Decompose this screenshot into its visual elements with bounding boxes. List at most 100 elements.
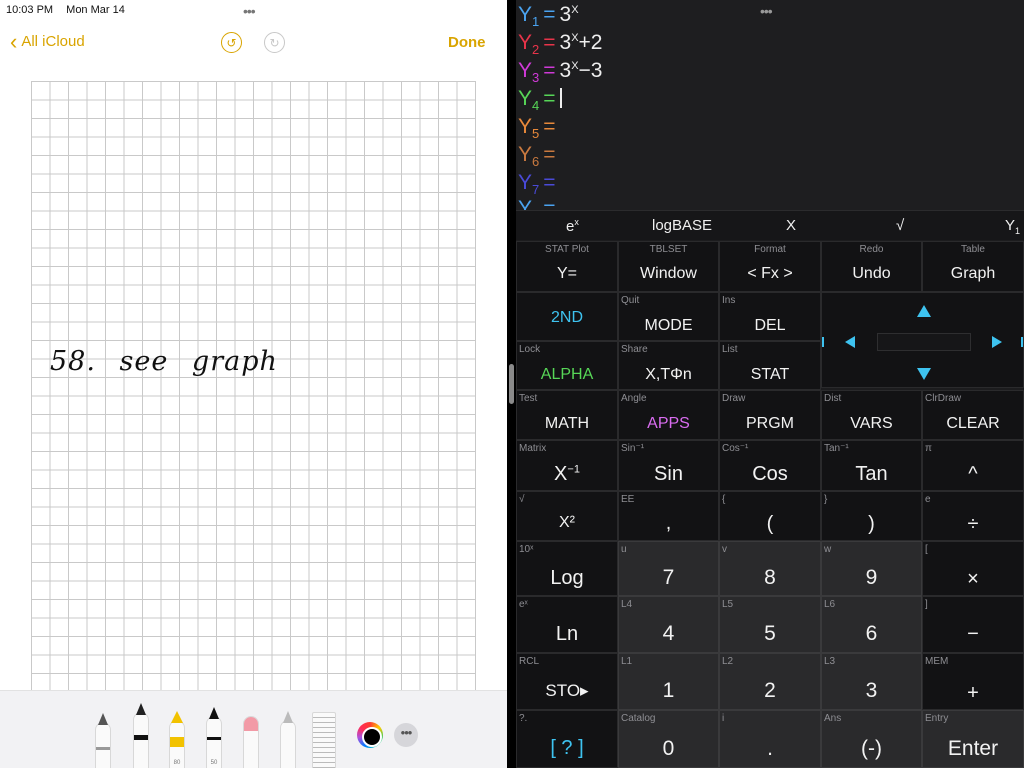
y-row-5[interactable]: Y5 = [518,115,560,141]
highlighter-size-label: 80 [173,760,181,766]
format-key[interactable]: Format < Fx > [719,241,821,292]
text-cursor [559,88,562,108]
plus-key[interactable]: MEM + [922,653,1024,710]
lasso-tool-icon[interactable] [280,711,296,768]
undo-key[interactable]: Redo Undo [821,241,922,292]
cos-key[interactable]: Cos⁻¹ Cos [719,440,821,491]
grid-paper-canvas[interactable] [31,81,476,691]
x-t-theta-n-key[interactable]: Share X,TΦn [618,341,719,390]
alpha-key[interactable]: Lock ALPHA [516,341,618,390]
ipad-split-view: 10:03 PM Mon Mar 14 ••• ‹ All iCloud ↺ ↻… [0,0,1024,768]
tan-key[interactable]: Tan⁻¹ Tan [821,440,922,491]
status-bar: 10:03 PM Mon Mar 14 [6,4,135,16]
negative-key[interactable]: Ans (-) [821,710,922,768]
fineliner-tool-icon[interactable]: 50 [206,707,222,768]
y-var-name: Y5 [518,115,540,142]
power-key[interactable]: π ^ [922,440,1024,491]
status-date: Mon Mar 14 [66,4,125,16]
y-row-7[interactable]: Y7 = [518,171,560,197]
handwritten-note: 58. see graph [50,346,278,377]
multitasking-dots-icon[interactable]: ••• [760,4,773,18]
y-row-8[interactable]: Y8= [518,197,560,210]
func-key-x[interactable]: X [786,217,796,234]
mode-key[interactable]: Quit MODE [618,292,719,341]
multiply-key[interactable]: [× [922,541,1024,596]
eraser-tool-icon[interactable] [243,716,259,768]
arrow-up-icon[interactable] [917,305,931,317]
vars-key[interactable]: Dist VARS [821,390,922,440]
y-var-name: Y8 [518,197,539,210]
multitasking-dots-icon[interactable]: ••• [243,4,256,18]
minus-key[interactable]: ] − [922,596,1024,653]
digit-8-key[interactable]: v8 [719,541,821,596]
delete-key[interactable]: Ins DEL [719,292,821,341]
split-view-handle[interactable] [509,364,514,404]
pen-tool-icon[interactable] [95,713,111,768]
arrow-left-icon[interactable] [845,336,855,348]
func-key-logbase[interactable]: logBASE [652,217,712,234]
arrow-pad [821,292,1024,388]
ln-key[interactable]: eˣ Ln [516,596,618,653]
digit-0-key[interactable]: Catalog 0 [618,710,719,768]
second-key[interactable]: 2ND [516,292,618,341]
marker-tool-icon[interactable] [133,703,149,768]
digit-7-key[interactable]: u7 [618,541,719,596]
more-options-icon[interactable]: ••• [394,723,418,747]
func-key-ex[interactable]: ex [566,217,579,235]
highlighter-tool-icon[interactable]: 80 [169,711,185,768]
arrow-right-icon[interactable] [992,336,1002,348]
decimal-key[interactable]: i. [719,710,821,768]
left-paren-key[interactable]: {( [719,491,821,541]
y-row-4[interactable]: Y4 = [518,87,562,113]
store-key[interactable]: RCL STO▸ [516,653,618,710]
y-var-name: Y6 [518,143,540,170]
y-equation-editor[interactable]: Y1=3X Y2=3X+2 Y3=3X−3 Y4= Y5= Y6= Y7= Y8… [516,0,1024,210]
clear-key[interactable]: ClrDraw CLEAR [922,390,1024,440]
digit-1-key[interactable]: L1 1 [618,653,719,710]
arrow-down-icon[interactable] [917,368,931,380]
digit-4-key[interactable]: L4 4 [618,596,719,653]
function-shortcut-bar: ex logBASE X √ Y1 [516,210,1024,240]
digit-9-key[interactable]: w9 [821,541,922,596]
right-paren-key[interactable]: }) [821,491,922,541]
divide-key[interactable]: e ÷ [922,491,1024,541]
back-button[interactable]: ‹ All iCloud [10,28,85,54]
graph-key[interactable]: Table Graph [922,241,1024,292]
enter-key[interactable]: Entry Enter [922,710,1024,768]
y-row-2[interactable]: Y2 = 3X+2 [518,31,603,57]
ruler-tool-icon[interactable] [312,712,336,768]
y-equals-key[interactable]: STAT Plot Y= [516,241,618,292]
notes-app: 10:03 PM Mon Mar 14 ••• ‹ All iCloud ↺ ↻… [0,0,507,768]
help-key[interactable]: ?.[ ? ] [516,710,618,768]
stat-key[interactable]: List STAT [719,341,821,390]
digit-6-key[interactable]: L6 6 [821,596,922,653]
inverse-key[interactable]: Matrix X−1 [516,440,618,491]
y-row-3[interactable]: Y3 = 3X−3 [518,59,603,85]
arrow-tick-right [1021,337,1023,347]
y-row-6[interactable]: Y6 = [518,143,560,169]
color-picker-icon[interactable] [357,722,383,748]
window-key[interactable]: TBLSET Window [618,241,719,292]
y-var-name: Y1 [518,3,540,30]
prgm-key[interactable]: Draw PRGM [719,390,821,440]
func-key-sqrt[interactable]: √ [896,217,904,234]
y-row-1[interactable]: Y1 = 3X [518,3,579,29]
square-key[interactable]: √ X² [516,491,618,541]
redo-icon[interactable]: ↻ [264,32,285,53]
arrow-tick-left [822,337,824,347]
y-var-name: Y4 [518,87,540,114]
math-key[interactable]: Test MATH [516,390,618,440]
log-key[interactable]: 10ˣ Log [516,541,618,596]
done-button[interactable]: Done [448,34,486,51]
undo-icon[interactable]: ↺ [221,32,242,53]
chevron-left-icon: ‹ [10,28,18,54]
apps-key[interactable]: Angle APPS [618,390,719,440]
func-key-y1[interactable]: Y1 [1005,217,1020,236]
calculator-keypad: STAT Plot Y= TBLSET Window Format < Fx > Re… [516,241,1024,768]
digit-5-key[interactable]: L5 5 [719,596,821,653]
y-var-name: Y7 [518,171,540,198]
sin-key[interactable]: Sin⁻¹ Sin [618,440,719,491]
comma-key[interactable]: EE, [618,491,719,541]
digit-3-key[interactable]: L3 3 [821,653,922,710]
digit-2-key[interactable]: L2 2 [719,653,821,710]
